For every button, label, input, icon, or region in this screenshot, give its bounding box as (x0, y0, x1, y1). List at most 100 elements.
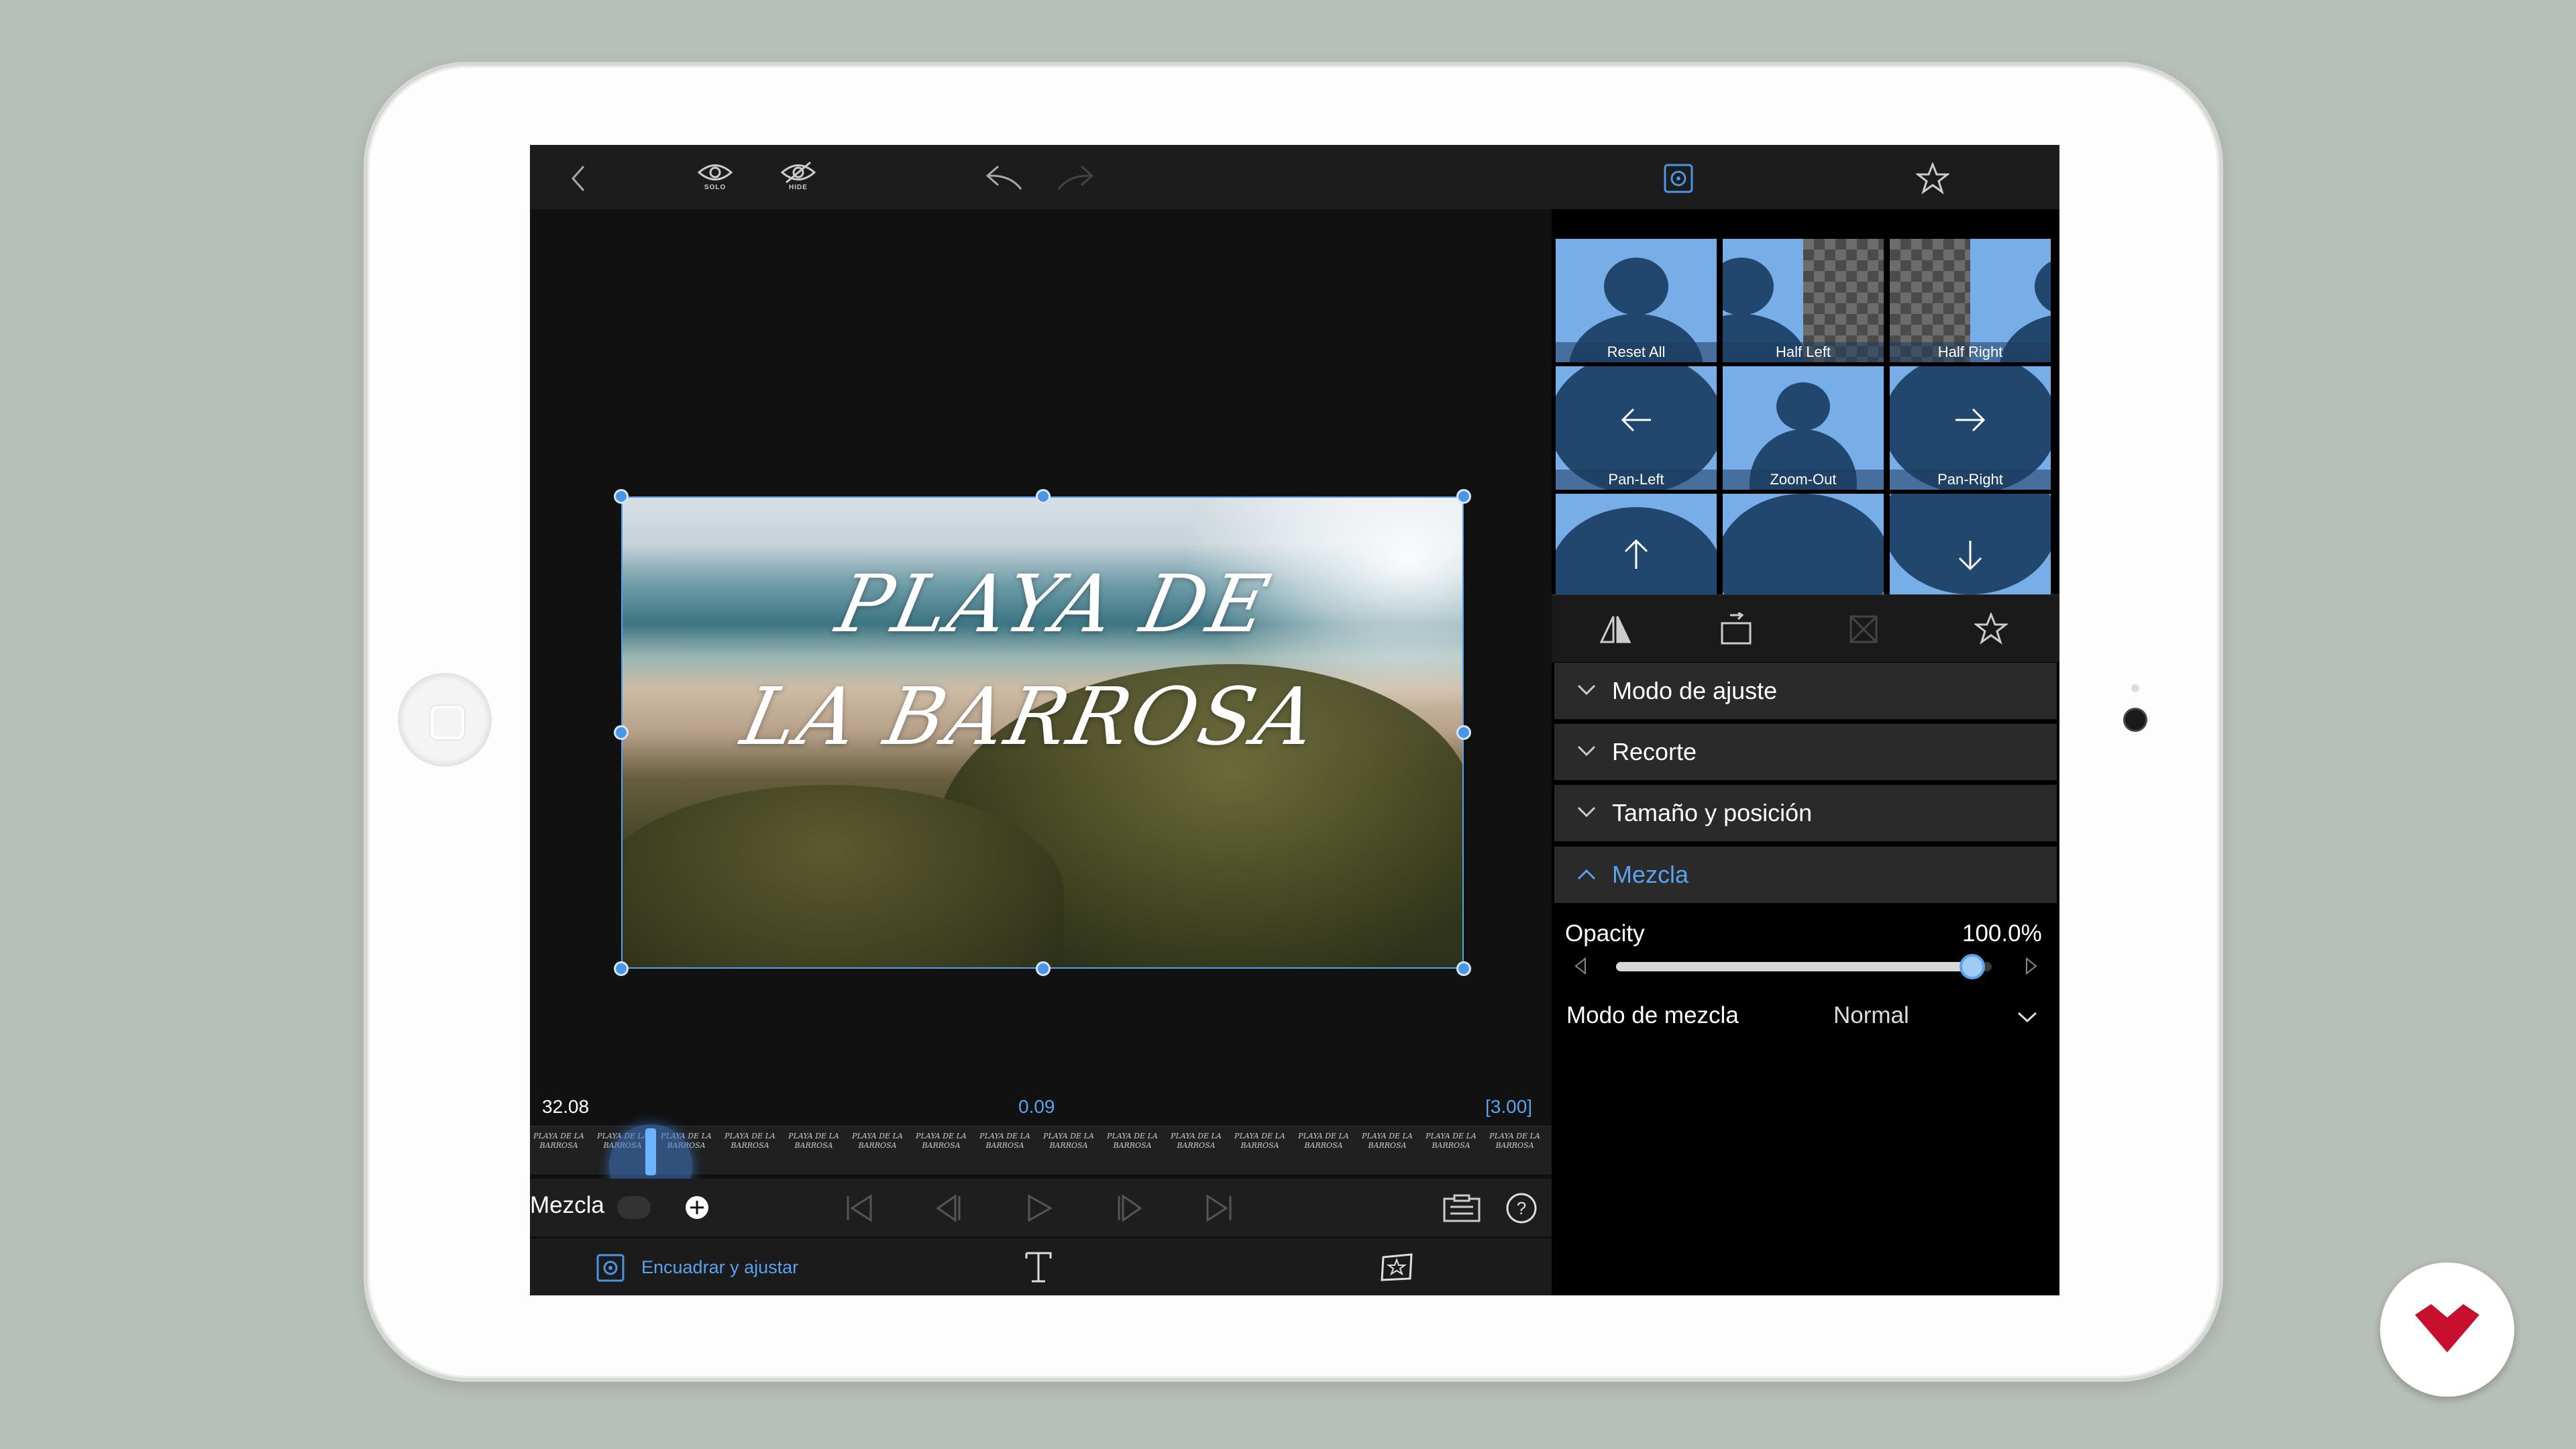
section-crop[interactable]: Recorte (1554, 724, 2057, 780)
filmstrip-thumb: PLAYA DE LA BARROSA (1043, 1132, 1094, 1150)
play-icon[interactable] (1024, 1193, 1055, 1226)
blend-mode-chevron-icon[interactable] (2017, 1012, 2037, 1024)
step-forward-icon[interactable] (1114, 1193, 1144, 1226)
resize-handle-bottom[interactable] (1036, 961, 1051, 976)
selection-border (621, 496, 1464, 969)
preset-pan-right[interactable]: Pan-Right (1890, 366, 2051, 490)
hide-label: HIDE (789, 184, 808, 191)
resize-handle-right[interactable] (1456, 725, 1471, 740)
section-label: Mezcla (1612, 861, 1689, 888)
light-sensor (2131, 684, 2139, 692)
arrow-left-icon (1621, 408, 1651, 432)
blend-mode-label: Modo de mezcla (1566, 1002, 1739, 1028)
step-back-icon[interactable] (934, 1193, 965, 1226)
playhead-handle[interactable] (645, 1128, 656, 1175)
opacity-slider-thumb[interactable] (1960, 954, 1985, 979)
front-camera (2125, 710, 2145, 730)
preset-label: Reset All (1556, 342, 1717, 362)
filmstrip-thumb: PLAYA DE LA BARROSA (979, 1132, 1030, 1150)
filmstrip-thumb: PLAYA DE LA BARROSA (1298, 1132, 1349, 1150)
home-square-icon (431, 706, 464, 739)
resize-handle-left[interactable] (614, 725, 629, 740)
skip-start-icon[interactable] (844, 1193, 875, 1226)
preset-tools-row (1552, 594, 2059, 662)
silhouette-head (2035, 258, 2051, 315)
redo-icon[interactable] (1055, 162, 1096, 192)
filmstrip-thumb: PLAYA DE LA BARROSA (852, 1132, 903, 1150)
preset-reset-all[interactable]: Reset All (1556, 239, 1717, 362)
preset-label: Pan-Right (1890, 470, 2051, 490)
solo-eye-icon (697, 164, 733, 180)
mode-label: Mezcla (530, 1192, 604, 1218)
opacity-decrease-icon[interactable] (1573, 957, 1588, 975)
bottom-toolbar: Encuadrar y ajustar (530, 1238, 1552, 1295)
section-label: Modo de ajuste (1612, 677, 1778, 704)
resize-handle-top-right[interactable] (1456, 489, 1471, 504)
filmstrip-thumb: PLAYA DE LA BARROSA (916, 1132, 967, 1150)
back-chevron-icon[interactable] (570, 164, 586, 193)
filmstrip-thumb: PLAYA DE LA BARROSA (1426, 1132, 1477, 1150)
opacity-slider-track[interactable] (1616, 962, 1992, 971)
resize-handle-bottom-right[interactable] (1456, 961, 1471, 976)
filmstrip-thumb: PLAYA DE LA BARROSA (1107, 1132, 1158, 1150)
opacity-value: 100.0% (1962, 920, 2042, 947)
clip-start-time: 32.08 (542, 1096, 590, 1117)
section-fit-mode[interactable]: Modo de ajuste (1554, 663, 2057, 719)
preset-label: Half Right (1890, 342, 2051, 362)
inspector-panel: Reset All Half Left Half Right Pan-Left … (1552, 209, 2059, 1295)
filmstrip-thumb: PLAYA DE LA BARROSA (1171, 1132, 1222, 1150)
section-blend[interactable]: Mezcla (1554, 847, 2057, 903)
text-tool-icon[interactable] (1024, 1250, 1053, 1287)
preset-label: Pan-Left (1556, 470, 1717, 490)
preset-favorite-icon[interactable] (1973, 611, 2009, 648)
preset-half-right[interactable]: Half Right (1890, 239, 2051, 362)
help-icon[interactable]: ? (1505, 1192, 1538, 1228)
app-screen: SOLO HIDE PLAYA DE LA BARROSA 32.08 0.09… (530, 145, 2059, 1295)
filmstrip-thumb: PLAYA DE LA BARROSA (1489, 1132, 1540, 1150)
chevron-down-icon (1577, 745, 1596, 757)
preset-pan-left[interactable]: Pan-Left (1556, 366, 1717, 490)
filmstrip-thumb: PLAYA DE LA BARROSA (1234, 1132, 1285, 1150)
resize-handle-top-left[interactable] (614, 489, 629, 504)
preset-zoom-in[interactable] (1723, 494, 1884, 594)
solo-button[interactable]: SOLO (695, 161, 735, 191)
silhouette-head (1723, 258, 1774, 315)
effects-icon[interactable] (1379, 1252, 1415, 1286)
opacity-slider-fill (1616, 962, 1972, 971)
fit-button-label[interactable]: Encuadrar y ajustar (641, 1257, 798, 1278)
home-button[interactable] (400, 675, 490, 765)
resize-handle-bottom-left[interactable] (614, 961, 629, 976)
preset-pan-up[interactable] (1556, 494, 1717, 594)
preset-pan-down[interactable] (1890, 494, 2051, 594)
preset-zoom-out[interactable]: Zoom-Out (1723, 366, 1884, 490)
filmstrip-thumb: PLAYA DE LA BARROSA (533, 1132, 584, 1150)
section-label: Tamaño y posición (1612, 799, 1813, 826)
fit-transform-icon[interactable] (596, 1253, 625, 1286)
clipboard-icon[interactable] (1442, 1193, 1481, 1226)
brand-heart-icon (2415, 1304, 2479, 1352)
blend-mode-select[interactable]: Normal (1833, 1002, 1909, 1029)
arrow-up-icon (1624, 539, 1648, 569)
section-size-position[interactable]: Tamaño y posición (1554, 785, 2057, 841)
favorite-star-icon[interactable] (1916, 162, 1949, 195)
add-keyframe-icon[interactable] (684, 1195, 710, 1224)
skip-end-icon[interactable] (1203, 1193, 1234, 1226)
silhouette-head (1723, 494, 1884, 594)
transform-icon[interactable] (1662, 162, 1695, 195)
chevron-down-icon (1577, 806, 1596, 818)
mode-toggle[interactable] (617, 1196, 651, 1219)
silhouette-head (1776, 382, 1830, 431)
hide-button[interactable]: HIDE (778, 161, 818, 191)
arrow-down-icon (1958, 541, 1982, 571)
flip-icon[interactable] (1599, 612, 1632, 649)
preset-half-left[interactable]: Half Left (1723, 239, 1884, 362)
chevron-down-icon (1577, 684, 1596, 696)
preset-label: Half Left (1723, 342, 1884, 362)
crop-disabled-icon (1847, 612, 1880, 649)
opacity-increase-icon[interactable] (2024, 957, 2039, 975)
undo-icon[interactable] (983, 162, 1025, 192)
hide-eye-icon (780, 161, 816, 184)
filmstrip-thumb: PLAYA DE LA BARROSA (1362, 1132, 1413, 1150)
rotate-icon[interactable] (1719, 611, 1753, 649)
resize-handle-top[interactable] (1036, 489, 1051, 504)
